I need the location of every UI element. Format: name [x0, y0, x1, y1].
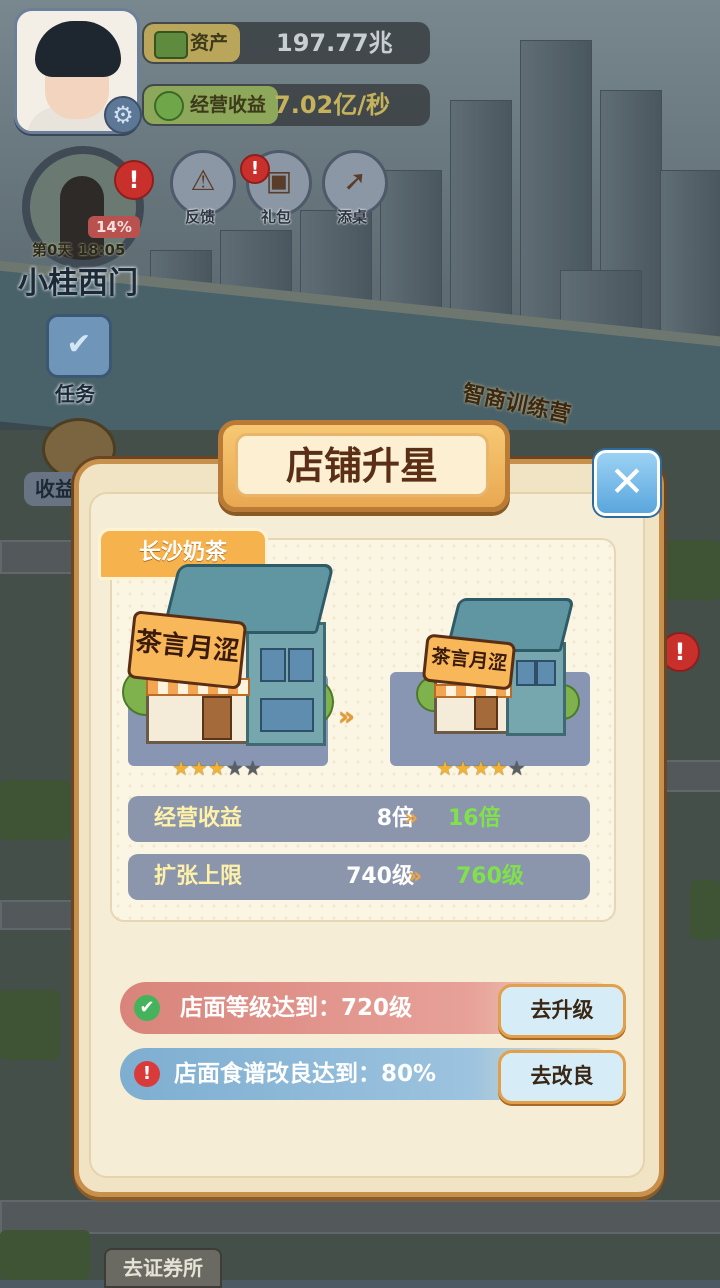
stat-label: 扩张上限 — [154, 864, 243, 889]
add-desktop-label: 添桌 — [336, 208, 367, 226]
stat-row-income: 经营收益 8倍 » 16倍 — [128, 796, 590, 842]
next-stars: ★★★★★ — [436, 756, 526, 780]
star-icon: ★ — [189, 756, 208, 780]
requirement-text: 店面等级达到：720级 — [180, 995, 413, 1021]
star-icon: ★ — [471, 756, 490, 780]
stat-from: 740级 — [346, 864, 414, 889]
add-arrow-icon: ➚ — [343, 164, 367, 197]
feedback-label: 反馈 — [184, 208, 215, 226]
task-label: 任务 — [55, 382, 95, 406]
upgrade-arrow-icon: » — [338, 702, 355, 732]
star-icon: ★ — [489, 756, 508, 780]
title-plate: 店铺升星 — [218, 420, 510, 512]
income-label: 经营收益 — [144, 86, 279, 124]
day-time: 第0天 18:05 — [32, 241, 126, 259]
requirement-text: 店面食谱改良达到：80% — [174, 1061, 437, 1087]
warning-triangle-icon: ⚠ — [190, 164, 216, 197]
current-stars: ★★★★★ — [172, 756, 262, 780]
stock-exchange-sign[interactable]: 去证券所 — [104, 1248, 222, 1288]
stat-row-expansion: 扩张上限 740级 » 760级 — [128, 854, 590, 900]
star-empty-icon: ★ — [225, 756, 244, 780]
assets-value: 197.77兆 — [276, 29, 393, 57]
task-calendar-icon[interactable]: ✔ — [46, 314, 112, 378]
map-alert-badge[interactable]: ! — [660, 632, 700, 672]
gift-alert-badge: ! — [240, 154, 270, 184]
shop-signboard: 茶言月涩 — [126, 610, 248, 690]
income-bar: 经营收益 7.02亿/秒 — [142, 84, 430, 126]
star-empty-icon: ★ — [243, 756, 262, 780]
settings-gear-icon[interactable]: ⚙ — [104, 96, 142, 134]
gift-label: 礼包 — [260, 208, 291, 226]
exclamation-circle-icon: ! — [134, 1061, 160, 1087]
star-icon: ★ — [453, 756, 472, 780]
stat-to: 16倍 — [448, 806, 501, 831]
stat-label: 经营收益 — [154, 806, 243, 831]
stat-to: 760级 — [456, 864, 524, 889]
coin-icon — [154, 91, 184, 121]
double-arrow-icon: » — [404, 806, 418, 831]
star-empty-icon: ★ — [507, 756, 526, 780]
close-button[interactable]: ✕ — [594, 450, 660, 516]
go-improve-button[interactable]: 去改良 — [498, 1050, 626, 1104]
double-arrow-icon: » — [408, 864, 422, 889]
star-icon: ★ — [172, 756, 190, 780]
assets-label: 资产 — [144, 24, 241, 62]
stat-from: 8倍 — [376, 806, 414, 831]
assets-bar: 资产 197.77兆 — [142, 22, 430, 64]
location-name: 小桂西门 — [18, 266, 138, 301]
money-stack-icon — [154, 31, 188, 59]
progress-percent: 14% — [88, 216, 140, 238]
go-upgrade-button[interactable]: 去升级 — [498, 984, 626, 1038]
star-icon: ★ — [436, 756, 454, 780]
income-value: 7.02亿/秒 — [274, 91, 390, 119]
alert-badge: ! — [114, 160, 154, 200]
modal-title: 店铺升星 — [285, 444, 438, 488]
next-shop-signboard: 茶言月涩 — [421, 633, 517, 691]
check-circle-icon: ✔ — [134, 995, 160, 1021]
star-icon: ★ — [207, 756, 226, 780]
